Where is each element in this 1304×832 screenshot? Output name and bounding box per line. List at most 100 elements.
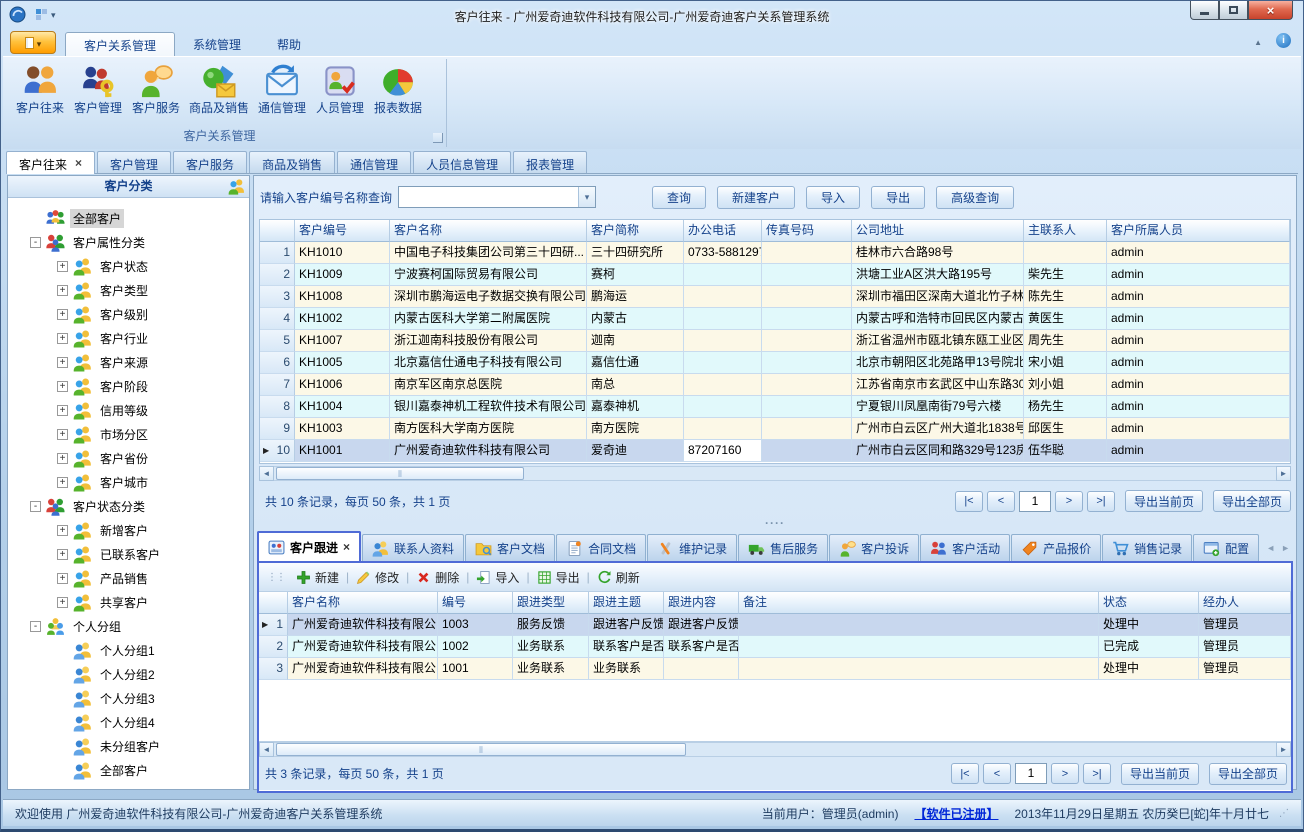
ribbon-item-communication[interactable]: 通信管理 [253,62,311,116]
category-settings-icon[interactable] [228,178,245,195]
table-row[interactable]: 3广州爱奇迪软件科技有限公司1001业务联系业务联系处理中管理员 [259,658,1291,680]
export-button[interactable]: 导出 [871,186,925,209]
ribbon-item-customer-manage[interactable]: 客户管理 [69,62,127,116]
col-address[interactable]: 公司地址 [852,220,1024,242]
advanced-query-button[interactable]: 高级查询 [936,186,1014,209]
new-customer-button[interactable]: 新建客户 [717,186,795,209]
expand-toggle[interactable] [57,429,68,440]
tree-item-credit-rating[interactable]: 信用等级 [8,398,249,422]
tree-item-customer-city[interactable]: 客户城市 [8,470,249,494]
app-icon[interactable] [9,6,26,23]
close-button[interactable] [1248,1,1293,20]
prev-page-button[interactable]: < [987,491,1015,512]
table-row[interactable]: 4KH1002内蒙古医科大学第二附属医院内蒙古内蒙古呼和浩特市回民区内蒙古医..… [260,308,1290,330]
tree-item-market-zone[interactable]: 市场分区 [8,422,249,446]
collapse-toggle[interactable] [30,621,41,632]
doc-tab-report-manage[interactable]: 报表管理 [513,151,587,173]
tab-sales-records[interactable]: 销售记录 [1102,534,1192,561]
prev-page-button[interactable]: < [983,763,1011,784]
new-button[interactable]: 新建 [289,569,346,586]
tree-item-new-customers[interactable]: 新增客户 [8,518,249,542]
ribbon-tab-system[interactable]: 系统管理 [175,32,259,56]
splitter-handle[interactable] [254,516,1296,528]
tab-scroll-arrows[interactable] [1266,543,1290,553]
table-row-selected[interactable]: 1广州爱奇迪软件科技有限公司1003服务反馈跟进客户反馈...跟进客户反馈...… [259,614,1291,636]
table-row[interactable]: 1KH1010中国电子科技集团公司第三十四研...三十四研究所0733-5881… [260,242,1290,264]
app-menu-button[interactable] [10,31,56,54]
tab-follow-up[interactable]: 客户跟进 [257,531,361,561]
scroll-right-icon[interactable] [1276,742,1291,757]
tree-item-customer-industry[interactable]: 客户行业 [8,326,249,350]
tree-item-customer-stage[interactable]: 客户阶段 [8,374,249,398]
table-row-selected[interactable]: 10KH1001广州爱奇迪软件科技有限公司爱奇迪87207160广州市白云区同和… [260,440,1290,462]
col-contact[interactable]: 主联系人 [1024,220,1107,242]
maximize-button[interactable] [1219,1,1248,20]
expand-toggle[interactable] [57,549,68,560]
table-row[interactable]: 2广州爱奇迪软件科技有限公司1002业务联系联系客户是否...联系客户是否...… [259,636,1291,658]
expand-toggle[interactable] [57,333,68,344]
first-page-button[interactable]: |< [955,491,983,512]
doc-tab-products-sales[interactable]: 商品及销售 [249,151,335,173]
tree-item-customer-source[interactable]: 客户来源 [8,350,249,374]
quick-access-toolbar[interactable] [35,7,56,21]
expand-toggle[interactable] [57,261,68,272]
delete-button[interactable]: 删除 [409,569,466,586]
chevron-down-icon[interactable] [578,187,595,207]
customer-search-combo[interactable] [398,186,596,208]
qat-dropdown-icon[interactable] [51,7,56,21]
table-row[interactable]: 9KH1003南方医科大学南方医院南方医院广州市白云区广州大道北1838号...… [260,418,1290,440]
import-button[interactable]: 导入 [806,186,860,209]
col-customer-name[interactable]: 客户名称 [390,220,587,242]
dialog-launcher-icon[interactable] [433,133,443,143]
expand-toggle[interactable] [57,573,68,584]
expand-toggle[interactable] [57,357,68,368]
scroll-right-icon[interactable] [1276,466,1291,481]
expand-toggle[interactable] [57,477,68,488]
resize-grip-icon[interactable] [1279,808,1289,819]
col-handler[interactable]: 经办人 [1199,592,1291,614]
table-row[interactable]: 5KH1007浙江迦南科技股份有限公司迦南浙江省温州市瓯北镇东瓯工业区园...周… [260,330,1290,352]
col-office-phone[interactable]: 办公电话 [684,220,762,242]
col-customer-code[interactable]: 客户编号 [295,220,390,242]
export-current-page-button[interactable]: 导出当前页 [1121,763,1199,785]
tree-item-attribute-category[interactable]: 客户属性分类 [8,230,249,254]
last-page-button[interactable]: >| [1087,491,1115,512]
tab-complaints[interactable]: 客户投诉 [829,534,919,561]
collapse-toggle[interactable] [30,501,41,512]
col-note[interactable]: 备注 [739,592,1099,614]
tree-item-product-sales[interactable]: 产品销售 [8,566,249,590]
expand-toggle[interactable] [57,285,68,296]
col-follow-type[interactable]: 跟进类型 [513,592,589,614]
next-page-button[interactable]: > [1055,491,1083,512]
tree-item-shared-customers[interactable]: 共享客户 [8,590,249,614]
tree-item-customer-level[interactable]: 客户级别 [8,302,249,326]
query-button[interactable]: 查询 [652,186,706,209]
doc-tab-personnel-info[interactable]: 人员信息管理 [413,151,511,173]
tree-item-customer-type[interactable]: 客户类型 [8,278,249,302]
col-follow-subject[interactable]: 跟进主题 [589,592,664,614]
tree-item-personal-group-4[interactable]: 个人分组4 [8,710,249,734]
tree-item-personal-group-1[interactable]: 个人分组1 [8,638,249,662]
close-tab-icon[interactable] [343,540,350,554]
col-customer-name[interactable]: 客户名称 [288,592,438,614]
collapse-ribbon-icon[interactable] [1254,34,1262,48]
expand-toggle[interactable] [57,597,68,608]
collapse-toggle[interactable] [30,237,41,248]
tab-customer-docs[interactable]: 客户文档 [465,534,555,561]
close-tab-icon[interactable] [75,156,82,170]
scroll-left-icon[interactable] [259,466,274,481]
first-page-button[interactable]: |< [951,763,979,784]
col-owner[interactable]: 客户所属人员 [1107,220,1290,242]
table-row[interactable]: 8KH1004银川嘉泰神机工程软件技术有限公司嘉泰神机宁夏银川凤凰南街79号六楼… [260,396,1290,418]
info-icon[interactable] [1276,33,1291,48]
tree-item-customer-province[interactable]: 客户省份 [8,446,249,470]
tree-item-all-customers[interactable]: 全部客户 [8,206,249,230]
tab-contract-docs[interactable]: 合同文档 [556,534,646,561]
tree-item-all-customers-group[interactable]: 全部客户 [8,758,249,782]
table-row[interactable]: 2KH1009宁波赛柯国际贸易有限公司赛柯洪塘工业A区洪大路195号柴先生adm… [260,264,1290,286]
tab-config[interactable]: 配置 [1193,534,1259,561]
ribbon-item-products-sales[interactable]: 商品及销售 [185,62,253,116]
tree-item-status-category[interactable]: 客户状态分类 [8,494,249,518]
export-all-pages-button[interactable]: 导出全部页 [1213,490,1291,512]
export-all-pages-button[interactable]: 导出全部页 [1209,763,1287,785]
